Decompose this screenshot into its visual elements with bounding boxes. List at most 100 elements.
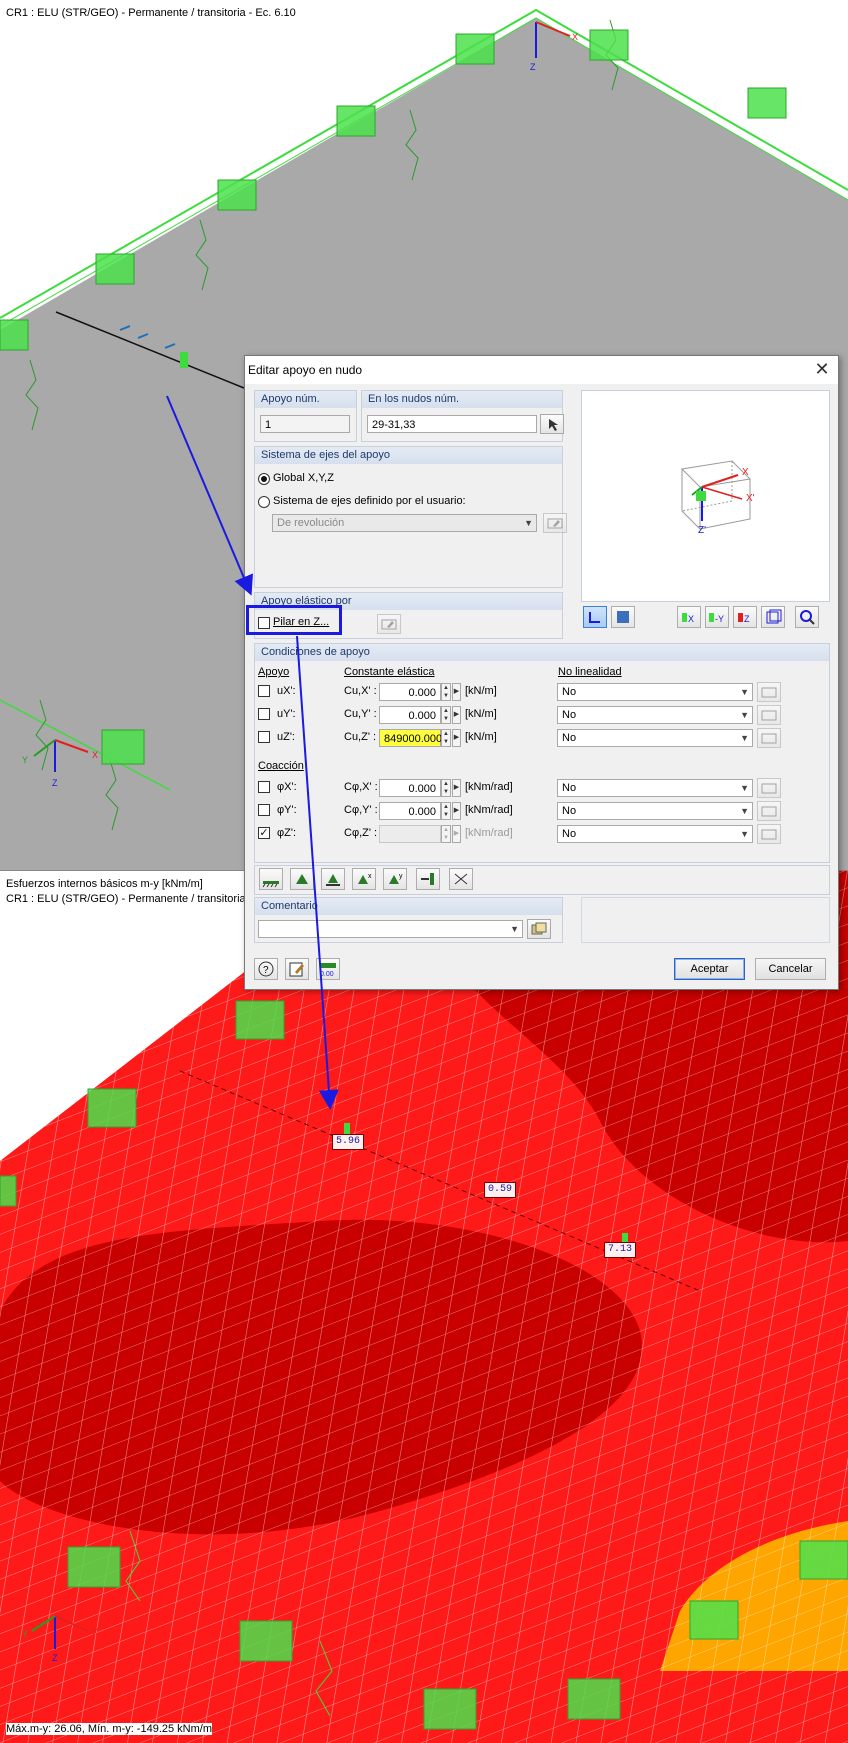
phiz-checkbox[interactable]: ✓ xyxy=(258,827,270,839)
ux-nonlinearity-edit-button[interactable] xyxy=(757,682,781,702)
cux-input[interactable]: 0.000 xyxy=(379,683,441,701)
chevron-down-icon: ▼ xyxy=(740,687,749,697)
uz-nonlinearity-combo[interactable]: No ▼ xyxy=(557,729,753,747)
cux-menu-button[interactable]: ▶ xyxy=(452,683,461,701)
uz-nonlinearity-edit-button[interactable] xyxy=(757,728,781,748)
decimal-places-button[interactable]: 0.00 xyxy=(316,958,340,980)
column-settings-button[interactable] xyxy=(377,614,401,634)
preview-support-marker xyxy=(696,491,706,501)
roller-support-icon xyxy=(326,874,340,886)
phix-nonlinearity-combo[interactable]: No ▼ xyxy=(557,779,753,797)
bottom-results-view[interactable]: Esfuerzos internos básicos m-y [kNm/m] C… xyxy=(0,870,848,1743)
edit-axes-button[interactable] xyxy=(543,513,567,533)
render-icon xyxy=(617,611,629,623)
hinged-support-button[interactable] xyxy=(259,868,283,890)
edit-dialog-icon xyxy=(761,829,777,840)
close-icon[interactable]: ✕ xyxy=(810,358,834,380)
cphiz-spin-button[interactable]: ▲ ▼ xyxy=(441,825,451,843)
edit-dialog-icon xyxy=(547,518,563,529)
view-x-icon: X xyxy=(682,613,694,624)
dialog-titlebar[interactable]: Editar apoyo en nudo ✕ xyxy=(245,356,838,384)
phiy-nonlinearity-edit-button[interactable] xyxy=(757,801,781,821)
cuz-input[interactable]: 849000.000 xyxy=(379,729,442,747)
user-axes-combo[interactable]: De revolución ▼ xyxy=(272,514,537,532)
cphix-spin-button[interactable]: ▲ ▼ xyxy=(441,779,451,797)
cux-spin-button[interactable]: ▲ ▼ xyxy=(441,683,451,701)
ux-checkbox[interactable] xyxy=(258,685,270,697)
user-axes-radio[interactable] xyxy=(258,496,270,508)
global-axes-label[interactable]: Global X,Y,Z xyxy=(273,472,334,484)
ux-nonlinearity-combo[interactable]: No ▼ xyxy=(557,683,753,701)
comment-input[interactable]: ▼ xyxy=(258,920,523,938)
support-cube xyxy=(217,179,257,211)
svg-text:-Y: -Y xyxy=(715,614,724,624)
view-x-button[interactable]: X xyxy=(677,606,701,628)
result-value-label: 0.59 xyxy=(484,1182,517,1198)
zoom-button[interactable] xyxy=(795,606,819,628)
comment-library-button[interactable] xyxy=(527,919,551,939)
pinned-support-button[interactable] xyxy=(290,868,314,890)
cphiz-input[interactable] xyxy=(379,825,441,843)
uy-nonlinearity-combo[interactable]: No ▼ xyxy=(557,706,753,724)
result-value-label: 7.13 xyxy=(604,1242,637,1258)
roller-x-support-button[interactable]: x xyxy=(352,868,376,890)
edit-dialog-icon xyxy=(381,619,397,630)
cuy-unit: [kN/m] xyxy=(465,708,497,720)
comment-side-panel xyxy=(581,897,830,943)
cuy-spin-button[interactable]: ▲ ▼ xyxy=(441,706,451,724)
uy-nonlinearity-value: No xyxy=(562,709,577,721)
support-preview-graphic xyxy=(680,460,752,531)
view-z-icon: Z xyxy=(738,613,750,624)
uy-label: uY': xyxy=(277,708,296,720)
cuz-spin-button[interactable]: ▲ ▼ xyxy=(441,729,451,747)
phiy-checkbox[interactable] xyxy=(258,804,270,816)
result-value-label: 5.96 xyxy=(332,1134,365,1150)
uy-nonlinearity-edit-button[interactable] xyxy=(757,705,781,725)
phiz-nonlinearity-edit-button[interactable] xyxy=(757,824,781,844)
accept-button[interactable]: Aceptar xyxy=(674,958,745,980)
cphix-menu-button[interactable]: ▶ xyxy=(452,779,461,797)
cuy-input[interactable]: 0.000 xyxy=(379,706,441,724)
edit-nodal-support-dialog[interactable]: Editar apoyo en nudo ✕ Apoyo núm. 1 En l… xyxy=(244,355,839,990)
pick-nodes-button[interactable] xyxy=(540,414,564,434)
cancel-button[interactable]: Cancelar xyxy=(755,958,826,980)
cphiy-menu-button[interactable]: ▶ xyxy=(452,802,461,820)
uz-checkbox[interactable] xyxy=(258,731,270,743)
cphiy-unit: [kNm/rad] xyxy=(465,804,513,816)
view-minus-y-button[interactable]: -Y xyxy=(705,606,729,628)
help-icon: ? xyxy=(258,961,274,977)
edit-notes-button[interactable] xyxy=(285,958,309,980)
svg-text:x: x xyxy=(368,873,372,880)
cuz-menu-button[interactable]: ▶ xyxy=(452,729,461,747)
roller-y-support-button[interactable]: y xyxy=(383,868,407,890)
phix-nonlinearity-edit-button[interactable] xyxy=(757,778,781,798)
fixed-support-button[interactable] xyxy=(416,868,440,890)
support-no-field[interactable]: 1 xyxy=(260,415,350,433)
edit-dialog-icon xyxy=(761,733,777,744)
cuy-menu-button[interactable]: ▶ xyxy=(452,706,461,724)
svg-text:X: X xyxy=(688,614,694,624)
uy-checkbox[interactable] xyxy=(258,708,270,720)
user-axes-label[interactable]: Sistema de ejes definido por el usuario: xyxy=(273,495,466,507)
cphiz-menu-button[interactable]: ▶ xyxy=(452,825,461,843)
cphiy-spin-button[interactable]: ▲ ▼ xyxy=(441,802,451,820)
support-cube xyxy=(101,729,145,765)
phix-checkbox[interactable] xyxy=(258,781,270,793)
global-axes-radio[interactable] xyxy=(258,473,270,485)
phiy-nonlinearity-combo[interactable]: No ▼ xyxy=(557,802,753,820)
roller-support-button[interactable] xyxy=(321,868,345,890)
view-iso-button[interactable] xyxy=(761,606,785,628)
free-support-icon xyxy=(454,873,468,885)
view-z-button[interactable]: Z xyxy=(733,606,757,628)
cphiz-label: Cφ,Z' : xyxy=(344,827,378,839)
preview-axis-xp: X' xyxy=(746,493,755,504)
help-button[interactable]: ? xyxy=(254,958,278,980)
nodes-input[interactable]: 29-31,33 xyxy=(367,415,537,433)
preview-view-button[interactable] xyxy=(583,606,607,628)
support-cube xyxy=(239,1620,293,1662)
preview-render-button[interactable] xyxy=(611,606,635,628)
cphiy-input[interactable]: 0.000 xyxy=(379,802,441,820)
free-support-button[interactable] xyxy=(449,868,473,890)
phiz-nonlinearity-combo[interactable]: No ▼ xyxy=(557,825,753,843)
cphix-input[interactable]: 0.000 xyxy=(379,779,441,797)
